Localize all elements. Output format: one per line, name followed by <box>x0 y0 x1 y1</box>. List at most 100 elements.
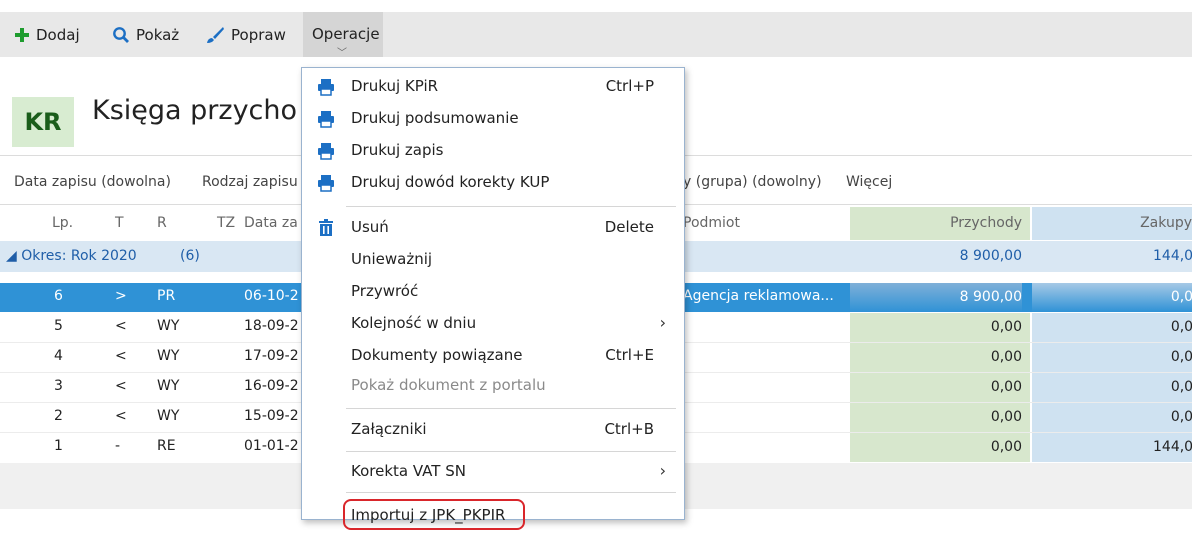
cell-t: < <box>115 378 127 394</box>
toolbar: Dodaj Pokaż Popraw Operacje ﹀ <box>0 12 1192 59</box>
cell-r: RE <box>157 438 176 454</box>
cell-r: PR <box>157 288 176 304</box>
cell-t: > <box>115 288 127 304</box>
cell-purchases: 0,00 <box>1032 313 1192 342</box>
cell-purchases: 144,00 <box>1032 433 1192 462</box>
chevron-down-icon: ﹀ <box>337 48 347 59</box>
group-purchases: 144,00 <box>1153 248 1192 264</box>
menu-item-portal: Pokaż dokument z portalu <box>302 372 684 400</box>
menu-label: Drukuj podsumowanie <box>351 109 519 127</box>
cell-purchases: 0,00 <box>1032 343 1192 372</box>
col-r[interactable]: R <box>157 207 167 240</box>
menu-item-related[interactable]: Dokumenty powiązane Ctrl+E <box>302 342 684 370</box>
menu-item-restore[interactable]: Przywróć <box>302 278 684 306</box>
filter-type[interactable]: Rodzaj zapisu <box>202 174 298 190</box>
menu-item-order[interactable]: Kolejność w dniu › <box>302 310 684 338</box>
show-label: Pokaż <box>136 25 180 44</box>
add-label: Dodaj <box>36 25 80 44</box>
group-count: (6) <box>180 248 200 264</box>
cell-income: 0,00 <box>850 373 1030 402</box>
menu-label: Usuń <box>351 218 389 236</box>
module-badge: KR <box>12 97 74 147</box>
menu-item-attachments[interactable]: Załączniki Ctrl+B <box>302 416 684 444</box>
cell-t: < <box>115 408 127 424</box>
cell-r: WY <box>157 378 180 394</box>
cell-lp: 5 <box>54 318 63 334</box>
add-button[interactable]: Dodaj <box>14 12 80 57</box>
edit-label: Popraw <box>231 25 286 44</box>
menu-label: Dokumenty powiązane <box>351 346 523 364</box>
filter-group[interactable]: y (grupa) (dowolny) <box>683 174 822 190</box>
menu-item-print-entry[interactable]: Drukuj zapis <box>302 137 684 165</box>
menu-separator <box>346 492 676 493</box>
operations-menu-button[interactable]: Operacje ﹀ <box>303 12 383 59</box>
menu-item-vat[interactable]: Korekta VAT SN › <box>302 458 684 486</box>
menu-separator <box>346 206 676 207</box>
cell-r: WY <box>157 318 180 334</box>
cell-date: 06-10-2 <box>244 288 299 304</box>
cell-lp: 2 <box>54 408 63 424</box>
cell-lp: 3 <box>54 378 63 394</box>
group-label: ◢ Okres: Rok 2020 <box>6 248 137 264</box>
menu-item-print-kpir[interactable]: Drukuj KPiR Ctrl+P <box>302 73 684 101</box>
col-tz[interactable]: TZ <box>217 207 235 240</box>
cell-income: 0,00 <box>850 343 1030 372</box>
col-subject[interactable]: Podmiot <box>683 207 740 240</box>
menu-label: Kolejność w dniu <box>351 314 477 332</box>
menu-separator <box>346 451 676 452</box>
col-lp[interactable]: Lp. <box>52 207 73 240</box>
brush-icon <box>207 26 224 43</box>
chevron-right-icon: › <box>659 313 666 332</box>
col-date[interactable]: Data za <box>244 207 298 240</box>
menu-label: Drukuj zapis <box>351 141 444 159</box>
operations-label: Operacje <box>312 25 380 43</box>
operations-dropdown: Drukuj KPiR Ctrl+P Drukuj podsumowanie D… <box>301 67 685 524</box>
chevron-right-icon: › <box>659 461 666 480</box>
menu-item-invalidate[interactable]: Unieważnij <box>302 246 684 274</box>
printer-icon <box>318 111 334 128</box>
cell-income: 0,00 <box>850 313 1030 342</box>
group-income: 8 900,00 <box>959 248 1022 264</box>
menu-shortcut: Ctrl+B <box>604 420 654 438</box>
cell-lp: 1 <box>54 438 63 454</box>
cell-t: - <box>115 438 121 454</box>
cell-lp: 4 <box>54 348 63 364</box>
cell-t: < <box>115 348 127 364</box>
cell-income: 0,00 <box>850 403 1030 432</box>
menu-shortcut: Ctrl+E <box>605 346 654 364</box>
cell-purchases: 0,00 <box>1032 283 1192 312</box>
menu-label: Unieważnij <box>351 250 433 268</box>
col-purchases[interactable]: Zakupy <box>1032 207 1192 240</box>
highlight-box <box>343 499 525 530</box>
cell-t: < <box>115 318 127 334</box>
filter-more[interactable]: Więcej <box>846 174 892 190</box>
cell-r: WY <box>157 408 180 424</box>
menu-separator <box>346 408 676 409</box>
cell-lp: 6 <box>54 288 63 304</box>
cell-purchases: 0,00 <box>1032 373 1192 402</box>
menu-item-print-kup[interactable]: Drukuj dowód korekty KUP <box>302 169 684 197</box>
show-button[interactable]: Pokaż <box>112 12 179 57</box>
cell-date: 18-09-2 <box>244 318 299 334</box>
cell-purchases: 0,00 <box>1032 403 1192 432</box>
col-income[interactable]: Przychody <box>850 207 1030 240</box>
menu-label: Drukuj KPiR <box>351 77 439 95</box>
cell-r: WY <box>157 348 180 364</box>
trash-icon <box>319 219 333 236</box>
menu-item-print-summary[interactable]: Drukuj podsumowanie <box>302 105 684 133</box>
col-t[interactable]: T <box>115 207 124 240</box>
menu-label: Drukuj dowód korekty KUP <box>351 173 550 191</box>
menu-shortcut: Delete <box>604 218 654 236</box>
page-title: Księga przychodów <box>92 95 297 126</box>
printer-icon <box>318 143 334 160</box>
menu-label: Korekta VAT SN <box>351 462 466 480</box>
printer-icon <box>318 175 334 192</box>
plus-icon <box>15 27 29 42</box>
cell-income: 0,00 <box>850 433 1030 462</box>
edit-button[interactable]: Popraw <box>205 12 286 57</box>
menu-item-delete[interactable]: Usuń Delete <box>302 214 684 242</box>
menu-label: Pokaż dokument z portalu <box>351 376 546 394</box>
printer-icon <box>318 79 334 96</box>
filter-date[interactable]: Data zapisu (dowolna) <box>14 174 171 190</box>
cell-date: 17-09-2 <box>244 348 299 364</box>
